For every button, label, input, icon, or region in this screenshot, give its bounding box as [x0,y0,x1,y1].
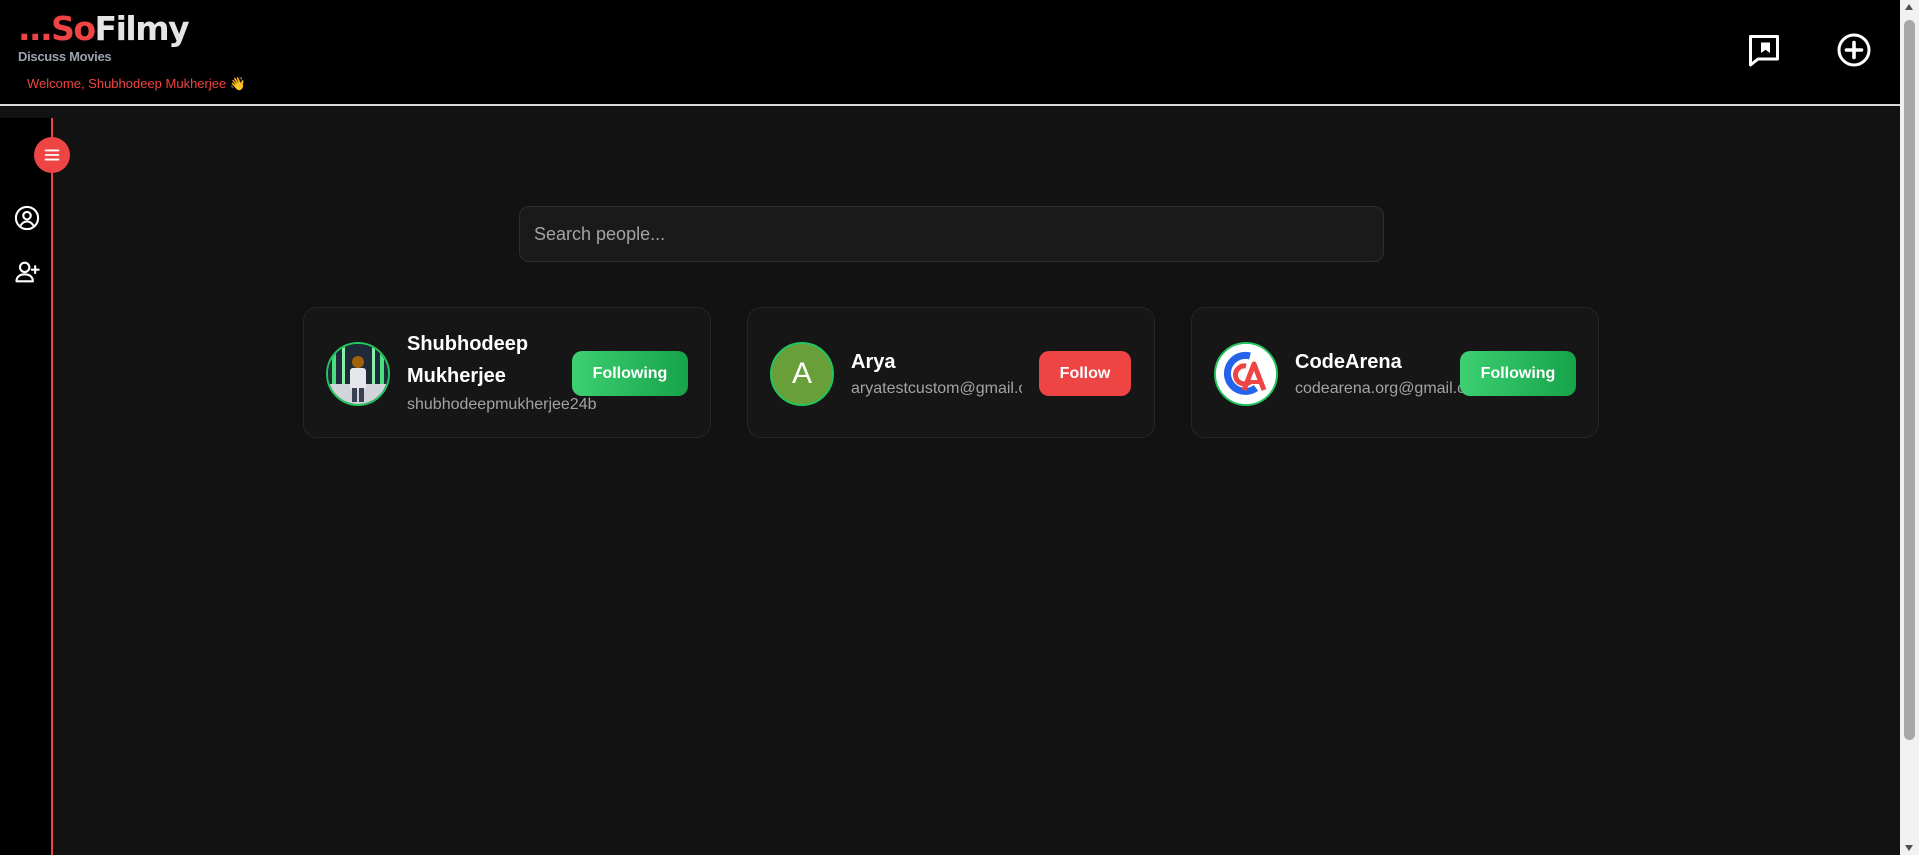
person-card: CodeArena codearena.org@gmail.co Followi… [1191,307,1599,438]
following-button[interactable]: Following [572,351,688,396]
add-user-icon[interactable] [13,258,41,286]
welcome-message: Welcome, Shubhodeep Mukherjee 👋 [27,76,247,91]
follow-button[interactable]: Follow [1039,351,1131,396]
person-card: Shubhodeep Mukherjee shubhodeepmukherjee… [303,307,711,438]
person-email: aryatestcustom@gmail.c [851,380,1022,397]
codearena-logo-icon [1216,344,1276,404]
page-scrollbar[interactable] [1900,0,1919,855]
people-search-input[interactable] [519,206,1384,262]
avatar[interactable] [1214,342,1278,406]
person-card: A Arya aryatestcustom@gmail.c Follow [747,307,1155,438]
person-name-line1: Shubhodeep [407,333,529,355]
top-header: ...SoFilmy Discuss Movies Welcome, Shubh… [0,0,1900,106]
logo-suffix: Filmy [94,9,190,48]
scroll-down-arrow-icon[interactable] [1905,845,1913,851]
add-circle-icon[interactable] [1834,30,1874,70]
avatar[interactable] [326,342,390,406]
person-email: shubhodeepmukherjee24b [407,396,597,413]
following-button[interactable]: Following [1460,351,1576,396]
hamburger-menu-icon [44,149,60,161]
logo-prefix: ...So [18,9,96,48]
scrollbar-thumb[interactable] [1904,20,1915,740]
app-tagline: Discuss Movies [18,49,112,64]
person-name: CodeArena [1295,351,1402,373]
profile-icon[interactable] [13,204,41,232]
chat-bookmark-icon[interactable] [1744,30,1784,70]
app-logo[interactable]: ...SoFilmy [18,9,190,48]
person-name-line2: Mukherjee [407,365,506,387]
person-name: Arya [851,351,896,373]
avatar[interactable]: A [770,342,834,406]
menu-toggle-button[interactable] [34,137,70,173]
sidebar [0,118,70,855]
user-photo-icon [328,344,388,404]
scroll-up-arrow-icon[interactable] [1905,4,1913,10]
person-email: codearena.org@gmail.co [1295,380,1466,397]
